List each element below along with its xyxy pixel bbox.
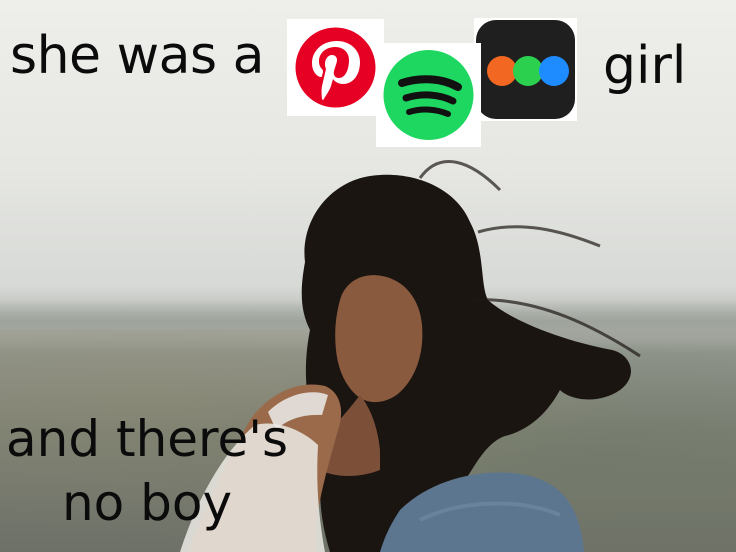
meme-image: she was a girl and there's no boy bbox=[0, 0, 736, 552]
multi-dot-app-logo bbox=[474, 18, 577, 121]
pinterest-logo bbox=[287, 19, 384, 116]
bottom-caption: and there's no boy bbox=[6, 407, 288, 535]
spotify-icon bbox=[383, 50, 474, 140]
pinterest-icon bbox=[295, 27, 376, 108]
bottom-caption-line2: no boy bbox=[61, 474, 233, 532]
spotify-logo bbox=[376, 43, 481, 147]
top-caption: she was a bbox=[10, 26, 264, 86]
bottom-caption-line1: and there's bbox=[6, 410, 289, 468]
multi-dot-app-icon bbox=[476, 20, 575, 119]
top-caption-end: girl bbox=[603, 36, 687, 96]
